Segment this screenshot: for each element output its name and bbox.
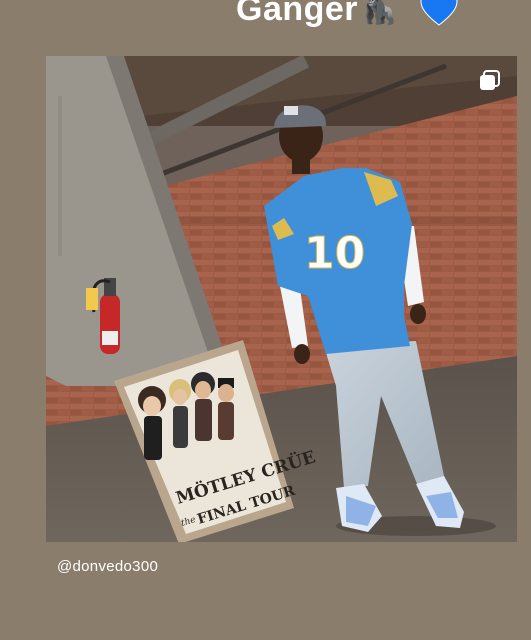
story-caption: Ganger 🦍 <box>236 0 397 29</box>
multiple-photos-icon <box>480 70 500 90</box>
photo-scene: MÖTLEY CRÜE the FINAL TOUR 10 <box>46 56 517 542</box>
gorilla-emoji-icon: 🦍 <box>362 0 398 25</box>
shared-post-photo[interactable]: MÖTLEY CRÜE the FINAL TOUR 10 <box>46 56 517 542</box>
jersey-number: 10 <box>304 228 365 279</box>
account-tag[interactable]: @donvedo300 <box>57 558 158 575</box>
blue-heart-icon <box>420 0 458 26</box>
caption-text: Ganger <box>236 0 359 28</box>
